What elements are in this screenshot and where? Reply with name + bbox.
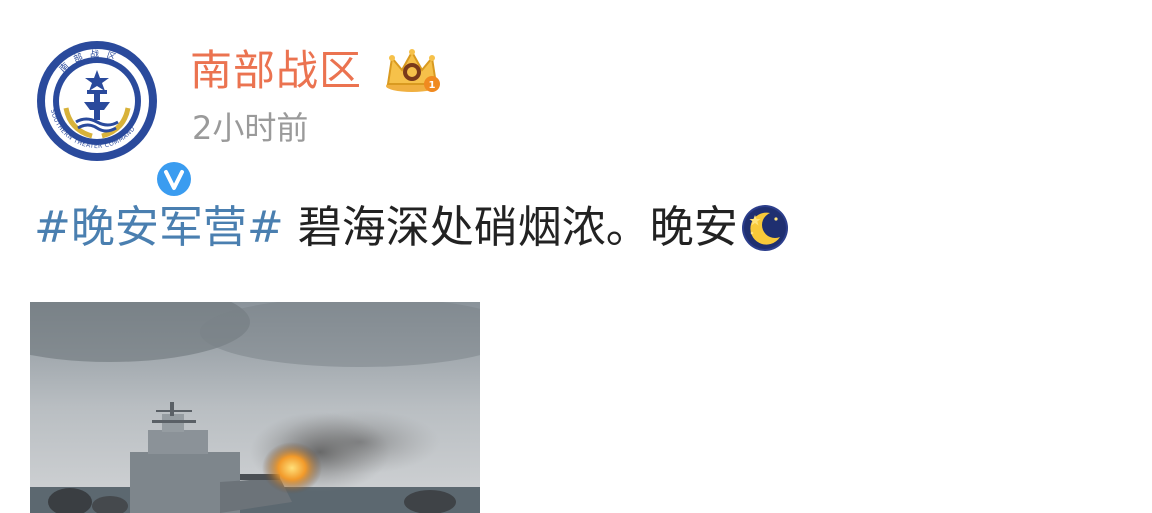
- author-name[interactable]: 南部战区: [190, 44, 362, 98]
- vip-crown-icon[interactable]: 1: [382, 46, 442, 94]
- warship-photo: [30, 302, 480, 513]
- moon-emoji-icon: [741, 205, 788, 251]
- svg-text:1: 1: [429, 80, 436, 91]
- post-image[interactable]: [30, 302, 480, 513]
- hashtag-link[interactable]: #晚安军营#: [34, 200, 284, 256]
- author-avatar[interactable]: 南 部 战 区 SOUTHERN THEATER COMMAND: [36, 40, 195, 200]
- post-text: #晚安军营# 碧海深处硝烟浓。晚安: [34, 200, 790, 256]
- emblem-icon: 南 部 战 区 SOUTHERN THEATER COMMAND: [37, 41, 157, 161]
- verified-icon: [153, 158, 195, 200]
- post-time: 2小时前: [192, 109, 309, 147]
- post-body-text: 碧海深处硝烟浓。晚安: [297, 202, 738, 253]
- weibo-post: 南 部 战 区 SOUTHERN THEATER COMMAND 南部战区 1 …: [0, 0, 1152, 513]
